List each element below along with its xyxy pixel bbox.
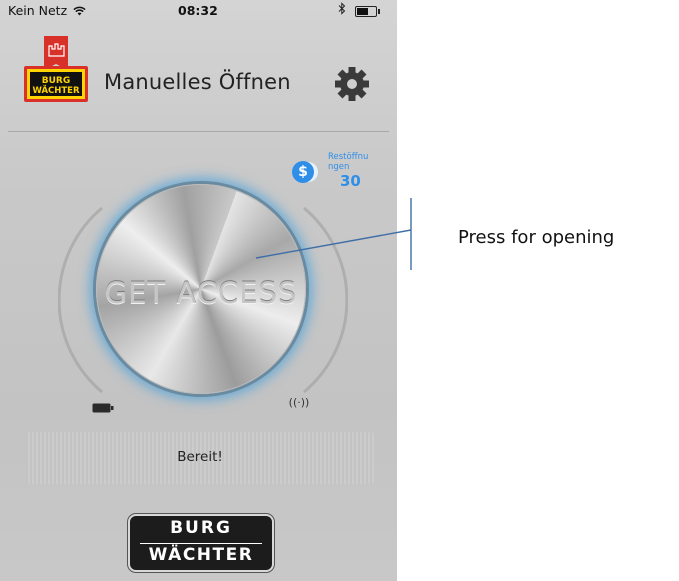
wifi-icon [73,6,86,16]
remaining-openings[interactable]: $ Restöffnu ngen 30 [290,150,370,190]
status-text: Bereit! [177,449,223,465]
carrier-label: Kein Netz [8,3,86,18]
callout-text: Press for opening [458,227,615,248]
carrier-text: Kein Netz [8,3,68,18]
remaining-openings-label: Restöffnu ngen [328,152,369,172]
logo-text-top: BURG [42,76,71,86]
status-battery-icon [355,6,380,17]
status-panel: Bereit! [26,432,374,484]
clock: 08:32 [178,3,218,18]
header: BURG WÄCHTER Manuelles Öffnen [0,22,397,132]
settings-button[interactable] [332,64,372,104]
bluetooth-icon [338,2,346,19]
logo-text-bottom: WÄCHTER [32,85,80,96]
get-access-button[interactable]: GET ACCESS [96,184,306,394]
get-access-label: GET ACCESS [104,276,298,310]
brand-text-top: BURG [170,518,232,538]
battery-icon [92,398,114,413]
gear-icon [335,67,369,101]
brand-logo: BURG WÄCHTER [128,514,274,572]
page-title: Manuelles Öffnen [104,70,291,94]
coin-icon: $ [292,161,314,183]
app-logo: BURG WÄCHTER [24,36,88,108]
signal-icon: ((·)) [288,396,310,409]
status-bar: Kein Netz 08:32 [0,0,397,22]
brand-text-bottom: WÄCHTER [148,545,254,565]
brand-divider [140,543,262,544]
app-screen: Kein Netz 08:32 BURG WÄCHTER Manuelles Ö… [0,0,397,581]
